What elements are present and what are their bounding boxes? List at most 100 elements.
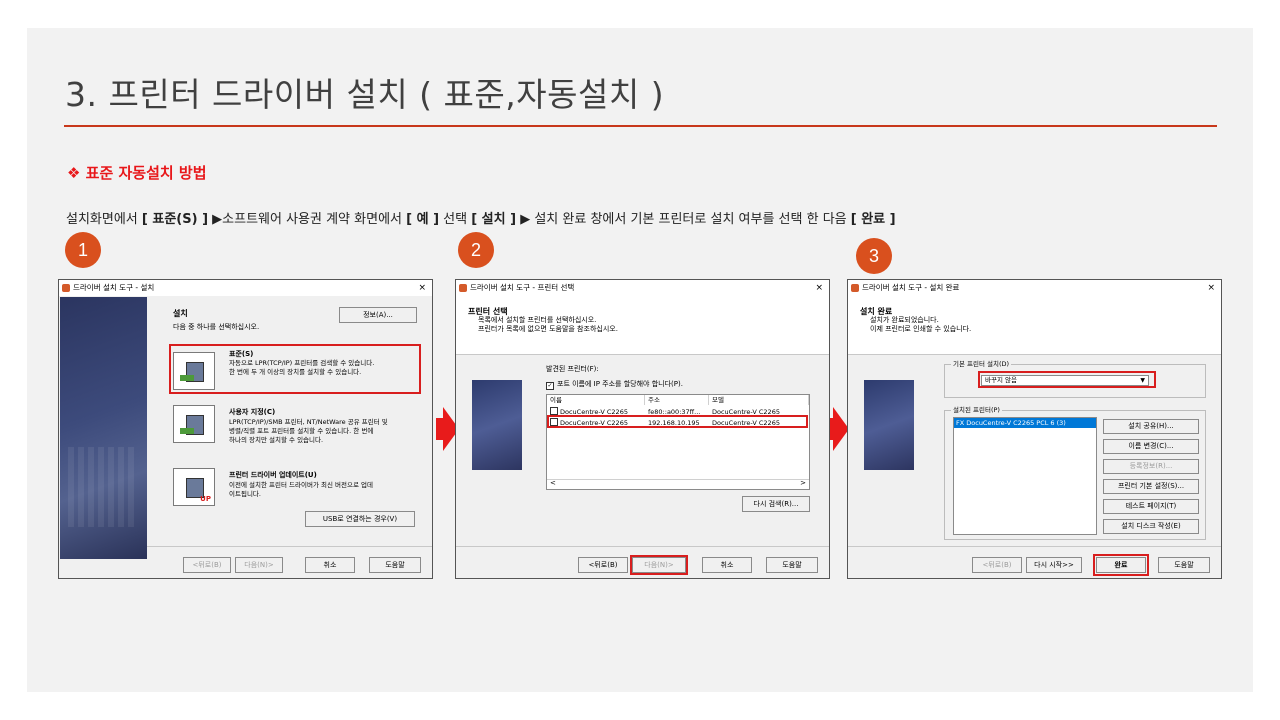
custom-option-line: 하나의 장치만 설치할 수 있습니다. [229,436,324,444]
footer-divider [848,546,1221,547]
custom-option-title: 사용자 지정(C) [229,408,276,416]
back-button[interactable]: <뒤로(B) [972,557,1022,573]
dialog-header: 프린터 선택 목록에서 설치할 프린터를 선택하십시오. 프린터가 목록에 없으… [456,296,829,355]
printer-list[interactable]: 이름 주소 모델 DocuCentre-V C2265 fe80::a00:37… [546,394,810,490]
up-badge: UP [200,495,211,503]
update-driver-icon[interactable]: UP [173,468,215,506]
help-button[interactable]: 도움말 [1158,557,1210,573]
highlight-box [1093,554,1149,576]
dialog-header: 설치 완료 설치가 완료되었습니다. 이제 프린터로 인쇄할 수 있습니다. [848,296,1221,355]
printer-select-window: 드라이버 설치 도구 - 프린터 선택 × 프린터 선택 목록에서 설치할 프린… [455,279,830,579]
test-page-button[interactable]: 테스트 페이지(T) [1103,499,1199,514]
highlight-box [978,371,1156,388]
highlight-box [547,415,808,428]
restart-button[interactable]: 다시 시작>> [1026,557,1082,573]
update-option-line: 이트됩니다. [229,490,261,498]
decor-sidebar-image [60,297,147,559]
install-complete-window: 드라이버 설치 도구 - 설치 완료 × 설치 완료 설치가 완료되었습니다. … [847,279,1222,579]
printing-preferences-button[interactable]: 프린터 기본 설정(S)... [1103,479,1199,494]
found-printers-label: 발견된 프린터(F): [546,365,599,373]
decor-thumbnail [472,380,522,470]
column-header[interactable]: 모델 [709,395,809,405]
create-install-disk-button[interactable]: 설치 디스크 작성(E) [1103,519,1199,534]
cancel-button[interactable]: 취소 [305,557,355,573]
close-icon[interactable]: × [418,280,426,296]
install-dialog-window: 드라이버 설치 도구 - 설치 × 설치 다음 중 하나를 선택하십시오. 정보… [58,279,433,579]
subheading-line: 설치가 완료되었습니다. [870,316,939,324]
info-button[interactable]: 정보(A)... [339,307,417,323]
section-subtitle: ❖ 표준 자동설치 방법 [67,164,207,182]
step-badge-3: 3 [856,238,892,274]
dialog-subheading: 설치가 완료되었습니다. 이제 프린터로 인쇄할 수 있습니다. [870,316,971,334]
close-icon[interactable]: × [1207,280,1215,296]
title-divider [64,125,1217,127]
step-badge-1: 1 [65,232,101,268]
list-item[interactable]: FX DocuCentre-V C2265 PCL 6 (3) [954,418,1096,428]
column-header[interactable]: 이름 [547,395,645,405]
close-icon[interactable]: × [815,280,823,296]
back-button[interactable]: <뒤로(B) [183,557,231,573]
group-label: 기본 프린터 설치(D) [951,359,1012,369]
desc-part-bold: [ 예 ] [406,212,440,227]
subheading-line: 프린터가 목록에 없으면 도움말을 참조하십시오. [478,325,618,333]
installed-printer-list[interactable]: FX DocuCentre-V C2265 PCL 6 (3) [953,417,1097,535]
horizontal-scrollbar[interactable]: < > [547,479,809,489]
column-header[interactable]: 주소 [645,395,709,405]
update-option-line: 이전에 설치한 프린터 드라이버가 최신 버전으로 업데 [229,481,373,489]
dialog-heading: 설치 [173,309,188,318]
scroll-right-icon[interactable]: > [800,479,806,487]
app-icon [851,284,859,292]
cancel-button[interactable]: 취소 [702,557,752,573]
instruction-text: 설치화면에서 [ 표준(S) ] ▶소프트웨어 사용권 계약 화면에서 [ 예 … [66,208,896,227]
desc-part: ▶ 설치 완료 창에서 기본 프린터로 설치 여부를 선택 한 다음 [516,212,851,227]
desc-part: 선택 [439,212,472,227]
custom-install-icon[interactable] [173,405,215,443]
dialog-subheading: 목록에서 설치할 프린터를 선택하십시오. 프린터가 목록에 없으면 도움말을 … [478,316,618,334]
desc-part-bold: [ 설치 ] [471,212,517,227]
research-button[interactable]: 다시 검색(R)... [742,496,810,512]
row-checkbox[interactable] [550,407,558,415]
scroll-left-icon[interactable]: < [550,479,556,487]
decor-thumbnail [864,380,914,470]
desc-part: ▶소프트웨어 사용권 계약 화면에서 [208,212,407,227]
arrow-stem [436,418,443,440]
app-icon [62,284,70,292]
step-badge-2: 2 [458,232,494,268]
highlight-box [169,344,421,394]
update-option-title: 프린터 드라이버 업데이트(U) [229,471,317,479]
window-title: 드라이버 설치 도구 - 설치 [73,283,155,292]
window-titlebar: 드라이버 설치 도구 - 프린터 선택 × [456,280,829,296]
desc-part-bold: [ 완료 ] [850,212,896,227]
highlight-box [630,555,688,575]
app-icon [459,284,467,292]
footer-divider [147,546,432,547]
next-button[interactable]: 다음(N)> [235,557,283,573]
custom-option-line: LPR(TCP/IP)/SMB 프린터, NT/NetWare 공유 프린터 및 [229,418,388,426]
properties-button[interactable]: 등록정보(R)... [1103,459,1199,474]
window-title: 드라이버 설치 도구 - 설치 완료 [862,283,960,292]
checkbox-checked-icon[interactable]: ✓ [546,382,554,390]
dialog-subheading: 다음 중 하나를 선택하십시오. [173,323,260,331]
share-button[interactable]: 설치 공유(H)... [1103,419,1199,434]
rename-button[interactable]: 이름 변경(C)... [1103,439,1199,454]
custom-option-line: 병렬/직렬 포트 프린터를 설치할 수 있습니다. 한 번에 [229,427,374,435]
subheading-line: 목록에서 설치할 프린터를 선택하십시오. [478,316,597,324]
keyboard-image [68,447,138,527]
assign-ip-checkbox[interactable]: ✓ 포트 이름에 IP 주소를 할당해야 합니다(P). [546,379,683,390]
footer-divider [456,546,829,547]
usb-connect-button[interactable]: USB로 연결하는 경우(V) [305,511,415,527]
help-button[interactable]: 도움말 [766,557,818,573]
arrow-icon [180,428,194,434]
back-button[interactable]: <뒤로(B) [578,557,628,573]
checkbox-label: 포트 이름에 IP 주소를 할당해야 합니다(P). [557,380,683,388]
subheading-line: 이제 프린터로 인쇄할 수 있습니다. [870,325,972,333]
desc-part-bold: [ 표준(S) ] [141,212,209,227]
group-label: 설치된 프린터(P) [951,405,1002,415]
window-titlebar: 드라이버 설치 도구 - 설치 × [59,280,432,296]
slide-title: 3. 프린터 드라이버 설치 ( 표준,자동설치 ) [65,75,665,114]
window-title: 드라이버 설치 도구 - 프린터 선택 [470,283,575,292]
desc-part: 설치화면에서 [66,212,142,227]
help-button[interactable]: 도움말 [369,557,421,573]
installed-printers-group: 설치된 프린터(P) FX DocuCentre-V C2265 PCL 6 (… [944,405,1206,540]
window-titlebar: 드라이버 설치 도구 - 설치 완료 × [848,280,1221,296]
